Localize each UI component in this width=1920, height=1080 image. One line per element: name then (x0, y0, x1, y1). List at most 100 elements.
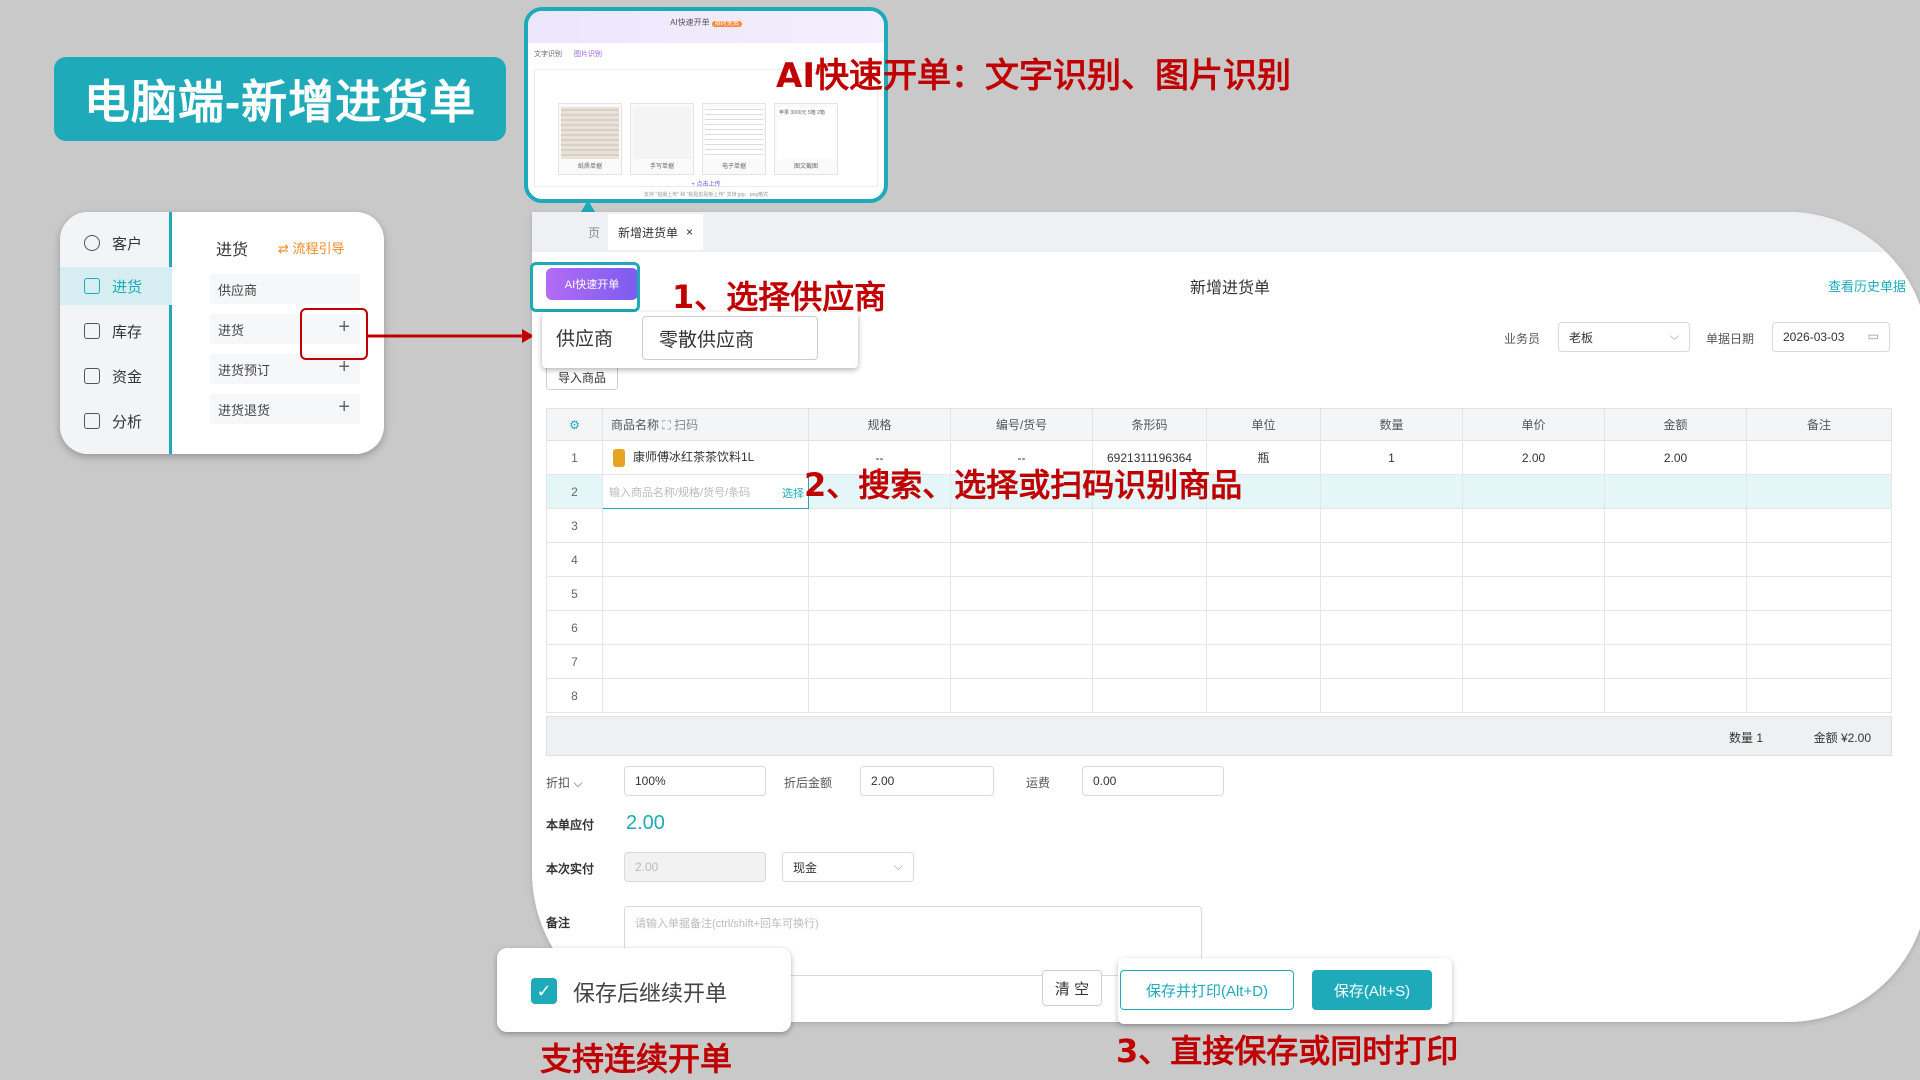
sample-image: 苹果 3000元 5箱 2箱 (777, 107, 835, 159)
salesman-value: 老板 (1569, 330, 1594, 345)
menu-label: 库存 (112, 323, 143, 341)
annotation-continuous: 支持连续开单 (540, 1040, 733, 1078)
history-link[interactable]: 查看历史单据 (1828, 276, 1906, 295)
tab-previous[interactable]: 页 (588, 224, 600, 241)
tab-image-recognition[interactable]: 图片识别 (574, 51, 602, 58)
menu-item-inventory[interactable]: 库存 (60, 312, 172, 350)
tab-label: 新增进货单 (618, 225, 679, 240)
table-row[interactable]: 3 (546, 508, 1892, 543)
submenu-label: 进货预订 (218, 362, 271, 378)
continue-after-save-label[interactable]: 保存后继续开单 (573, 976, 727, 1008)
col-note: 备注 (1746, 408, 1892, 441)
paid-input[interactable]: 2.00 (624, 852, 766, 882)
row-index: 4 (546, 542, 603, 577)
flow-guide-link[interactable]: ⇄ 流程引导 (278, 238, 345, 257)
after-discount-label: 折后金额 (784, 776, 833, 790)
after-discount-input[interactable]: 2.00 (860, 766, 994, 796)
date-picker[interactable]: 2026-03-03 ▭ (1772, 322, 1890, 352)
menu-label: 分析 (112, 413, 143, 431)
row-index: 7 (546, 644, 603, 679)
scan-icon[interactable]: ⛶ 扫码 (662, 418, 698, 432)
annotation-ai: AI快速开单：文字识别、图片识别 (776, 56, 1291, 96)
wallet-icon (84, 368, 100, 384)
sample-paper[interactable]: 纸质单据 (558, 103, 622, 175)
sample-handwritten[interactable]: 手写单据 (630, 103, 694, 175)
table-row[interactable]: 7 (546, 644, 1892, 679)
tab-text-recognition[interactable]: 文字识别 (534, 51, 562, 58)
col-spec: 规格 (808, 408, 951, 441)
table-row[interactable]: 4 (546, 542, 1892, 577)
supplier-select[interactable]: 零散供应商 (642, 316, 818, 360)
table-summary: 数量 1 金额 ¥2.00 (546, 716, 1892, 756)
col-unit: 单位 (1206, 408, 1321, 441)
amount-cell[interactable]: 2.00 (1604, 440, 1747, 475)
date-label: 单据日期 (1706, 332, 1755, 346)
annotation-step3: 3、直接保存或同时打印 (1116, 1032, 1459, 1070)
column-label: 商品名称 (611, 418, 660, 432)
product-thumbnail (613, 448, 625, 467)
pick-product-button[interactable]: 选择 (782, 485, 804, 501)
note-cell[interactable] (1746, 440, 1892, 475)
summary-qty: 数量 1 (1728, 731, 1763, 745)
save-button[interactable]: 保存(Alt+S) (1312, 970, 1432, 1010)
table-row[interactable]: 8 (546, 678, 1892, 713)
save-buttons-group: 保存并打印(Alt+D) 保存(Alt+S) (1118, 958, 1452, 1024)
sample-screenshot[interactable]: 苹果 3000元 5箱 2箱 图文截图 (774, 103, 838, 175)
menu-label: 客户 (112, 235, 143, 253)
add-return-button[interactable]: + (338, 396, 350, 419)
submenu-item-return[interactable]: 进货退货 + (210, 394, 360, 424)
qty-cell[interactable]: 1 (1320, 440, 1463, 475)
submenu-label: 进货 (218, 322, 245, 338)
product-search-input[interactable]: 输入商品名称/规格/货号/条码 选择 (602, 474, 809, 509)
product-name-cell[interactable]: 康师傅冰红茶茶饮料1L (602, 440, 809, 475)
submenu-item-supplier[interactable]: 供应商 (210, 274, 360, 304)
save-and-print-button[interactable]: 保存并打印(Alt+D) (1120, 970, 1294, 1010)
tab-new-purchase[interactable]: 新增进货单 × (608, 214, 704, 250)
menu-item-customer[interactable]: 客户 (60, 224, 172, 262)
paid-label: 本次实付 (546, 862, 595, 876)
discount-dropdown[interactable]: 折扣 ⌵ (546, 774, 582, 791)
ai-quick-order-popup: AI快速开单 限时免费 文字识别 图片识别 纸质单据 手写单据 电子单据 苹果 … (524, 7, 888, 203)
summary-amount: 金额 ¥2.00 (1813, 731, 1871, 745)
sample-electronic[interactable]: 电子单据 (702, 103, 766, 175)
payable-value: 2.00 (626, 812, 665, 834)
remark-label: 备注 (546, 916, 571, 930)
clear-button[interactable]: 清 空 (1042, 970, 1102, 1006)
col-amount: 金额 (1604, 408, 1747, 441)
calendar-icon: ▭ (1867, 329, 1879, 343)
pay-method-select[interactable]: 现金 ⌵ (782, 852, 914, 882)
purchase-icon (84, 278, 100, 294)
table-settings-icon[interactable]: ⚙ (546, 408, 603, 441)
table-row[interactable]: 5 (546, 576, 1892, 611)
upload-button[interactable]: + 点击上传 (528, 179, 884, 188)
search-placeholder: 输入商品名称/规格/货号/条码 (609, 486, 751, 499)
plus-highlight-box (300, 308, 368, 360)
annotation-step2: 2、搜索、选择或扫码识别商品 (804, 466, 1243, 504)
row-index: 2 (546, 474, 603, 509)
page-banner: 电脑端-新增进货单 (54, 57, 506, 141)
user-icon (84, 235, 100, 251)
col-qty: 数量 (1320, 408, 1463, 441)
product-name: 康师傅冰红茶茶饮料1L (633, 450, 755, 465)
row-index: 1 (546, 440, 603, 475)
price-cell[interactable]: 2.00 (1462, 440, 1605, 475)
menu-item-funds[interactable]: 资金 (60, 357, 172, 395)
table-row[interactable]: 6 (546, 610, 1892, 645)
salesman-select[interactable]: 老板 ⌵ (1558, 322, 1690, 352)
payable-label: 本单应付 (546, 818, 595, 832)
checkbox-checked-icon[interactable]: ✓ (531, 978, 557, 1004)
freight-input[interactable]: 0.00 (1082, 766, 1224, 796)
submenu-title: 进货 (216, 242, 249, 259)
menu-item-purchase[interactable]: 进货 (60, 267, 172, 305)
submenu-label: 供应商 (218, 282, 258, 298)
supplier-field: 供应商 零散供应商 (542, 312, 858, 368)
table-header: ⚙ 商品名称 ⛶ 扫码 规格 编号/货号 条形码 单位 数量 单价 金额 备注 (546, 408, 1892, 441)
menu-item-analysis[interactable]: 分析 (60, 402, 172, 440)
close-icon[interactable]: × (686, 225, 693, 239)
discount-input[interactable]: 100% (624, 766, 766, 796)
salesman-label: 业务员 (1504, 332, 1541, 346)
sample-label: 手写单据 (649, 164, 674, 170)
popup-tabs: 文字识别 图片识别 (534, 49, 612, 59)
date-value: 2026-03-03 (1783, 330, 1845, 344)
menu-label: 资金 (112, 368, 143, 386)
